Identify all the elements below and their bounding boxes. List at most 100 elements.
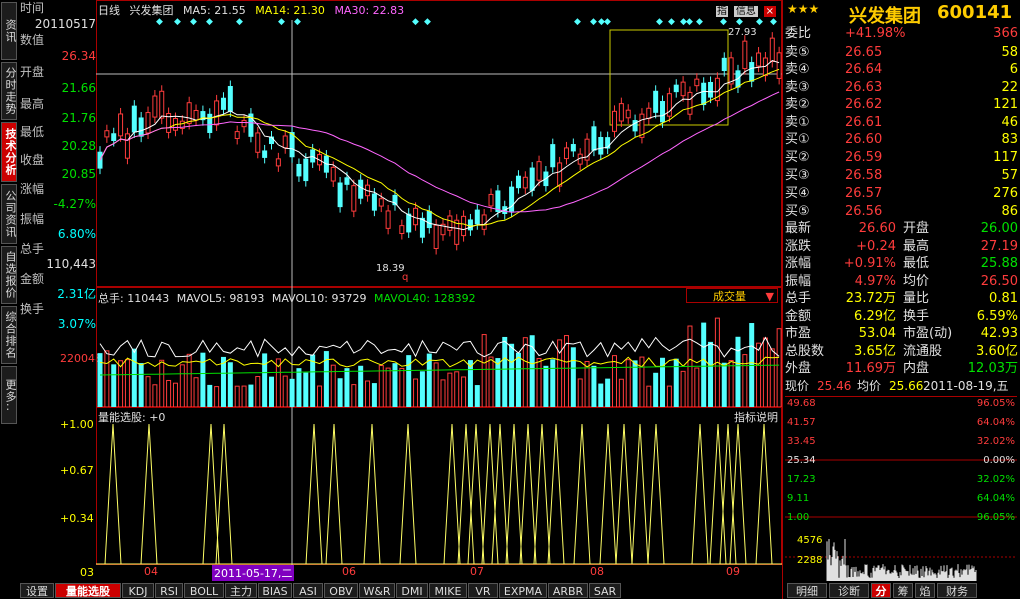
right-tab-0[interactable]: 明细 bbox=[787, 583, 827, 598]
volume-bar bbox=[454, 371, 460, 407]
indicator-tab-bias[interactable]: BIAS bbox=[258, 583, 292, 598]
info-amplitude: -4.27% bbox=[53, 197, 96, 211]
info-turnover: 3.07% bbox=[57, 317, 96, 331]
left-tab-more[interactable]: 更多.. bbox=[1, 366, 17, 424]
indicator-spike bbox=[399, 423, 417, 565]
indicator-tab-obv[interactable]: OBV bbox=[324, 583, 358, 598]
left-tab-ranking[interactable]: 综合排名 bbox=[1, 306, 17, 364]
kline-candle bbox=[124, 133, 130, 159]
left-tab-watchlist[interactable]: 自选报价 bbox=[1, 246, 17, 304]
stat-row: 涨跌 +0.24 最高 27.19 bbox=[785, 238, 1018, 254]
indicator-spike bbox=[533, 423, 551, 565]
kline-candle bbox=[461, 215, 467, 237]
indicator-chart bbox=[96, 407, 782, 565]
right-tab-5[interactable]: 财务 bbox=[937, 583, 977, 598]
indicator-tab-kdj[interactable]: KDJ bbox=[122, 583, 154, 598]
chart-area[interactable]: 日线 兴发集团 MA5: 21.55 MA14: 21.30 MA30: 22.… bbox=[96, 0, 782, 581]
left-tab-company[interactable]: 公司资讯 bbox=[1, 184, 17, 244]
volume-bar bbox=[522, 337, 528, 407]
volume-bar bbox=[159, 359, 165, 407]
kline-candle bbox=[481, 214, 487, 230]
indicator-tab-vr[interactable]: VR bbox=[468, 583, 498, 598]
volume-bar bbox=[234, 385, 240, 407]
right-tab-2[interactable]: 分 bbox=[871, 583, 891, 598]
info-label-amount: 金额 bbox=[20, 272, 45, 286]
low-price-mark: 18.39 bbox=[376, 263, 405, 274]
volume-bar bbox=[241, 385, 247, 407]
volume-bar bbox=[447, 372, 453, 407]
indicator-tab-arbr[interactable]: ARBR bbox=[548, 583, 588, 598]
now-date: 2011-08-19,五 bbox=[923, 379, 1009, 393]
kline-candle bbox=[426, 210, 432, 229]
indicator-tab-boll[interactable]: BOLL bbox=[184, 583, 224, 598]
kline-candle bbox=[234, 131, 240, 139]
volume-bar bbox=[214, 386, 220, 407]
indicator-spike bbox=[305, 423, 323, 565]
mini-pct-label: 96.05% bbox=[976, 512, 1015, 523]
indicator-tab-dmi[interactable]: DMI bbox=[396, 583, 428, 598]
indicator-tab-mike[interactable]: MIKE bbox=[429, 583, 467, 598]
kline-candle bbox=[330, 166, 336, 182]
kline-candle bbox=[433, 224, 439, 250]
kline-candle bbox=[522, 176, 528, 189]
right-tab-4[interactable]: 焰 bbox=[915, 583, 935, 598]
mini-timeshare-chart[interactable]: 49.68 41.57 33.45 25.34 17.23 9.11 1.00 96.05% 6… bbox=[785, 396, 1017, 582]
volume-bar bbox=[577, 378, 583, 407]
stat-row: 总手 23.72万 量比 0.81 bbox=[785, 291, 1018, 306]
x-axis: 04 2011-05-17,二 06 07 08 09 bbox=[96, 565, 782, 581]
indicator-tab-量能选股[interactable]: 量能选股 bbox=[55, 583, 121, 598]
volume-bar bbox=[721, 362, 727, 407]
kline-candle bbox=[721, 57, 727, 71]
kline-candle bbox=[776, 52, 782, 79]
kline-candle bbox=[214, 100, 220, 126]
kline-candle bbox=[515, 175, 521, 189]
volume-bar bbox=[118, 360, 124, 407]
volume-bar bbox=[536, 358, 542, 407]
indicator-tab-asi[interactable]: ASI bbox=[293, 583, 323, 598]
kline-candle bbox=[344, 177, 350, 185]
volume-bar bbox=[598, 383, 604, 407]
left-tab-timeshare[interactable]: 分时走势 bbox=[1, 62, 17, 120]
x-label-07: 07 bbox=[470, 565, 484, 578]
volume-bar bbox=[255, 376, 261, 407]
indicator-tab-rsi[interactable]: RSI bbox=[155, 583, 183, 598]
sell-price: 26.61 bbox=[845, 114, 883, 130]
svg-text:◆: ◆ bbox=[668, 17, 675, 27]
indicator-tab-w&r[interactable]: W&R bbox=[359, 583, 395, 598]
kline-candle bbox=[152, 95, 158, 118]
volume-bar bbox=[310, 354, 316, 407]
volume-bar bbox=[563, 335, 569, 407]
indicator-tab-sar[interactable]: SAR bbox=[589, 583, 621, 598]
volume-bar bbox=[495, 358, 501, 407]
volume-bar bbox=[317, 385, 323, 407]
volume-bar bbox=[399, 367, 405, 407]
indicator-tab-expma[interactable]: EXPMA bbox=[499, 583, 547, 598]
indicator-tab-主力[interactable]: 主力 bbox=[225, 583, 257, 598]
volume-bar bbox=[111, 364, 117, 407]
stat-row: 振幅 4.97% 均价 26.50 bbox=[785, 273, 1018, 289]
sell-volume: 22 bbox=[1001, 79, 1018, 95]
kline-candle bbox=[358, 179, 364, 199]
indicator-tab-设置[interactable]: 设置 bbox=[20, 583, 54, 598]
kline-candle bbox=[303, 158, 309, 182]
stat-row: 金额 6.29亿 换手 6.59% bbox=[785, 308, 1018, 324]
buy-volume: 83 bbox=[1001, 132, 1018, 147]
indicator-spike bbox=[202, 423, 220, 565]
indicator-spike bbox=[615, 423, 633, 565]
volume-bar bbox=[605, 378, 611, 407]
kline-candle bbox=[467, 219, 473, 231]
info-label-amplitude: 振幅 bbox=[20, 212, 45, 226]
left-tab-strip: 资讯 分时走势 技术分析 公司资讯 自选报价 综合排名 更多.. bbox=[0, 0, 18, 599]
volume-bar bbox=[426, 353, 432, 407]
info-change-pct: 20.85 bbox=[61, 167, 96, 181]
svg-text:◆: ◆ bbox=[174, 17, 181, 27]
kline-candle bbox=[653, 90, 659, 113]
right-tab-3[interactable]: 筹 bbox=[893, 583, 913, 598]
right-tab-1[interactable]: 诊断 bbox=[829, 583, 869, 598]
volume-bar bbox=[701, 322, 707, 407]
info-close: 20.28 bbox=[61, 139, 96, 153]
sell-price: 26.65 bbox=[845, 45, 883, 60]
left-tab-news[interactable]: 资讯 bbox=[1, 2, 17, 60]
buy-volume: 57 bbox=[1001, 168, 1018, 183]
left-tab-technical[interactable]: 技术分析 bbox=[1, 122, 17, 182]
